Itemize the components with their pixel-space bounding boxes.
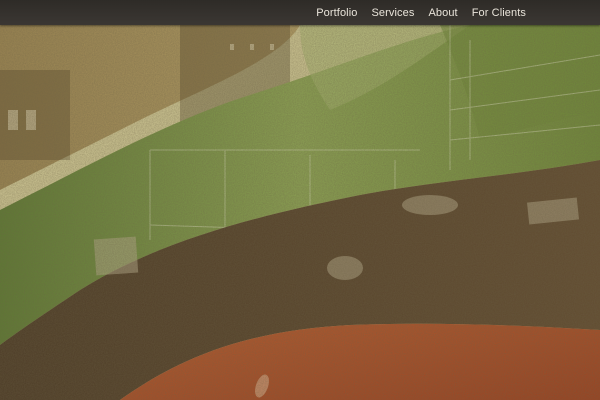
nav-link-for-clients[interactable]: For Clients (472, 7, 526, 19)
nav-link-portfolio[interactable]: Portfolio (316, 7, 357, 19)
top-navigation-bar: Portfolio Services About For Clients (0, 0, 600, 25)
page: Portfolio Services About For Clients (0, 0, 600, 400)
nav-link-about[interactable]: About (428, 7, 457, 19)
hero-background-art (0, 0, 600, 400)
main-navigation: Portfolio Services About For Clients (316, 0, 526, 25)
nav-link-services[interactable]: Services (371, 7, 414, 19)
